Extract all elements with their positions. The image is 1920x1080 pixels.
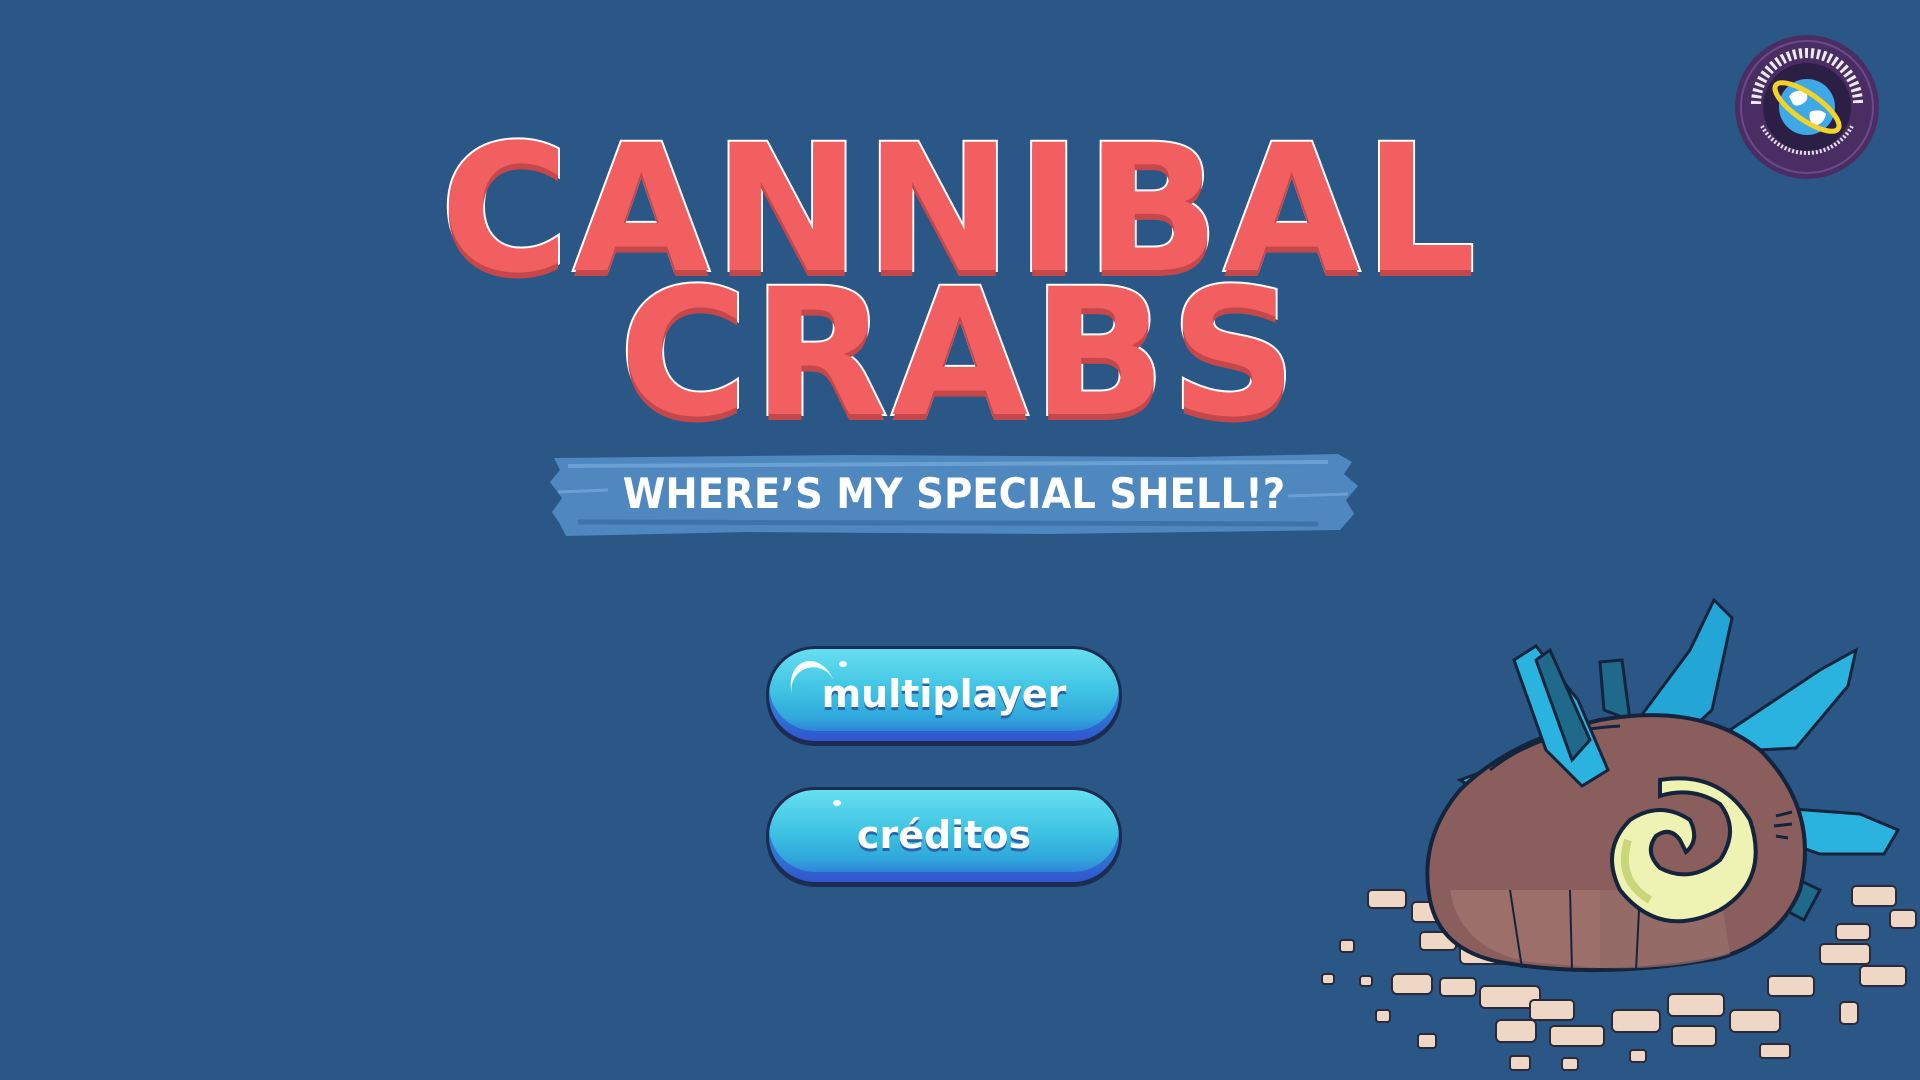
multiplayer-button-label: multiplayer bbox=[821, 672, 1067, 716]
global-game-jam-logo bbox=[1734, 34, 1880, 180]
creditos-button-label: créditos bbox=[856, 813, 1032, 857]
game-title-line-2: CRABS bbox=[617, 251, 1301, 456]
subtitle-banner: WHERE’S MY SPECIAL SHELL!? bbox=[548, 452, 1360, 536]
title-screen: CANNIBAL CRABS WHERE’S MY SPECIAL SHELL!… bbox=[0, 0, 1920, 1080]
game-subtitle: WHERE’S MY SPECIAL SHELL!? bbox=[622, 469, 1286, 518]
crystal-shell-illustration bbox=[1300, 590, 1920, 1080]
creditos-button[interactable]: créditos bbox=[766, 787, 1122, 885]
multiplayer-button[interactable]: multiplayer bbox=[766, 646, 1122, 744]
